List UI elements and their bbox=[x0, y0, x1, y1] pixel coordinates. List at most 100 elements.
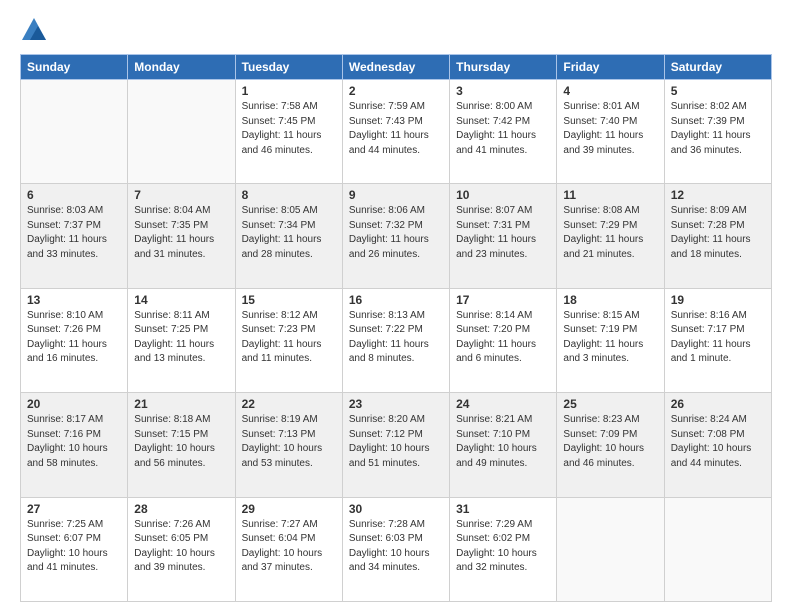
calendar-cell: 17 Sunrise: 8:14 AM Sunset: 7:20 PM Dayli… bbox=[450, 288, 557, 392]
weekday-header-friday: Friday bbox=[557, 55, 664, 80]
header bbox=[20, 16, 772, 44]
day-number: 8 bbox=[242, 188, 336, 202]
day-number: 6 bbox=[27, 188, 121, 202]
day-number: 4 bbox=[563, 84, 657, 98]
logo bbox=[20, 16, 52, 44]
calendar-cell: 21Sunrise: 8:18 AM Sunset: 7:15 PM Dayli… bbox=[128, 393, 235, 497]
calendar-cell: 19 Sunrise: 8:16 AM Sunset: 7:17 PM Dayli… bbox=[664, 288, 771, 392]
calendar-cell: 4 Sunrise: 8:01 AM Sunset: 7:40 PM Daylig… bbox=[557, 80, 664, 184]
logo-icon bbox=[20, 16, 48, 44]
day-info: Sunrise: 8:01 AM Sunset: 7:40 PM Dayligh… bbox=[563, 100, 657, 158]
day-number: 30 bbox=[349, 502, 443, 516]
calendar-cell: 15 Sunrise: 8:12 AM Sunset: 7:23 PM Dayli… bbox=[235, 288, 342, 392]
day-number: 20 bbox=[27, 397, 121, 411]
weekday-header-monday: Monday bbox=[128, 55, 235, 80]
day-number: 5 bbox=[671, 84, 765, 98]
day-number: 2 bbox=[349, 84, 443, 98]
day-info: Sunrise: 8:16 AM Sunset: 7:17 PM Dayligh… bbox=[671, 309, 765, 367]
calendar-cell: 25Sunrise: 8:23 AM Sunset: 7:09 PM Dayli… bbox=[557, 393, 664, 497]
calendar-cell: 28 Sunrise: 7:26 AM Sunset: 6:05 PM Dayli… bbox=[128, 497, 235, 601]
day-number: 16 bbox=[349, 293, 443, 307]
calendar-cell: 29Sunrise: 7:27 AM Sunset: 6:04 PM Dayli… bbox=[235, 497, 342, 601]
day-info: Sunrise: 8:21 AM Sunset: 7:10 PM Dayligh… bbox=[456, 413, 550, 471]
day-number: 15 bbox=[242, 293, 336, 307]
day-info: Sunrise: 8:17 AM Sunset: 7:16 PM Dayligh… bbox=[27, 413, 121, 471]
day-number: 19 bbox=[671, 293, 765, 307]
calendar-week-row: 1 Sunrise: 7:58 AM Sunset: 7:45 PM Daylig… bbox=[21, 80, 772, 184]
day-info: Sunrise: 8:08 AM Sunset: 7:29 PM Dayligh… bbox=[563, 204, 657, 262]
calendar-cell: 23 Sunrise: 8:20 AM Sunset: 7:12 PM Dayli… bbox=[342, 393, 449, 497]
calendar-week-row: 13 Sunrise: 8:10 AM Sunset: 7:26 PM Dayli… bbox=[21, 288, 772, 392]
day-info: Sunrise: 8:02 AM Sunset: 7:39 PM Dayligh… bbox=[671, 100, 765, 158]
calendar-cell: 30 Sunrise: 7:28 AM Sunset: 6:03 PM Dayli… bbox=[342, 497, 449, 601]
calendar-cell: 3Sunrise: 8:00 AM Sunset: 7:42 PM Daylig… bbox=[450, 80, 557, 184]
calendar-cell: 26 Sunrise: 8:24 AM Sunset: 7:08 PM Dayli… bbox=[664, 393, 771, 497]
day-info: Sunrise: 8:03 AM Sunset: 7:37 PM Dayligh… bbox=[27, 204, 121, 262]
day-number: 23 bbox=[349, 397, 443, 411]
day-info: Sunrise: 8:23 AM Sunset: 7:09 PM Dayligh… bbox=[563, 413, 657, 471]
calendar-cell bbox=[21, 80, 128, 184]
day-info: Sunrise: 7:28 AM Sunset: 6:03 PM Dayligh… bbox=[349, 518, 443, 576]
day-info: Sunrise: 8:06 AM Sunset: 7:32 PM Dayligh… bbox=[349, 204, 443, 262]
calendar-cell: 8 Sunrise: 8:05 AM Sunset: 7:34 PM Daylig… bbox=[235, 184, 342, 288]
calendar-cell bbox=[128, 80, 235, 184]
day-info: Sunrise: 8:07 AM Sunset: 7:31 PM Dayligh… bbox=[456, 204, 550, 262]
calendar-cell bbox=[664, 497, 771, 601]
calendar-table: SundayMondayTuesdayWednesdayThursdayFrid… bbox=[20, 54, 772, 602]
calendar-cell: 7Sunrise: 8:04 AM Sunset: 7:35 PM Daylig… bbox=[128, 184, 235, 288]
calendar-cell: 27Sunrise: 7:25 AM Sunset: 6:07 PM Dayli… bbox=[21, 497, 128, 601]
day-info: Sunrise: 7:58 AM Sunset: 7:45 PM Dayligh… bbox=[242, 100, 336, 158]
day-info: Sunrise: 8:09 AM Sunset: 7:28 PM Dayligh… bbox=[671, 204, 765, 262]
day-number: 21 bbox=[134, 397, 228, 411]
calendar-cell: 14 Sunrise: 8:11 AM Sunset: 7:25 PM Dayli… bbox=[128, 288, 235, 392]
day-number: 11 bbox=[563, 188, 657, 202]
day-number: 29 bbox=[242, 502, 336, 516]
calendar-cell: 10 Sunrise: 8:07 AM Sunset: 7:31 PM Dayli… bbox=[450, 184, 557, 288]
day-number: 14 bbox=[134, 293, 228, 307]
day-info: Sunrise: 8:15 AM Sunset: 7:19 PM Dayligh… bbox=[563, 309, 657, 367]
calendar-cell: 1 Sunrise: 7:58 AM Sunset: 7:45 PM Daylig… bbox=[235, 80, 342, 184]
day-info: Sunrise: 7:29 AM Sunset: 6:02 PM Dayligh… bbox=[456, 518, 550, 576]
day-number: 12 bbox=[671, 188, 765, 202]
calendar-cell: 16Sunrise: 8:13 AM Sunset: 7:22 PM Dayli… bbox=[342, 288, 449, 392]
calendar-cell: 11 Sunrise: 8:08 AM Sunset: 7:29 PM Dayli… bbox=[557, 184, 664, 288]
calendar-cell: 9Sunrise: 8:06 AM Sunset: 7:32 PM Daylig… bbox=[342, 184, 449, 288]
weekday-header-saturday: Saturday bbox=[664, 55, 771, 80]
calendar-cell: 5 Sunrise: 8:02 AM Sunset: 7:39 PM Daylig… bbox=[664, 80, 771, 184]
calendar-week-row: 6 Sunrise: 8:03 AM Sunset: 7:37 PM Daylig… bbox=[21, 184, 772, 288]
calendar-cell: 20 Sunrise: 8:17 AM Sunset: 7:16 PM Dayli… bbox=[21, 393, 128, 497]
weekday-header-wednesday: Wednesday bbox=[342, 55, 449, 80]
day-info: Sunrise: 8:11 AM Sunset: 7:25 PM Dayligh… bbox=[134, 309, 228, 367]
day-info: Sunrise: 8:19 AM Sunset: 7:13 PM Dayligh… bbox=[242, 413, 336, 471]
day-info: Sunrise: 8:04 AM Sunset: 7:35 PM Dayligh… bbox=[134, 204, 228, 262]
calendar-week-row: 27Sunrise: 7:25 AM Sunset: 6:07 PM Dayli… bbox=[21, 497, 772, 601]
day-number: 1 bbox=[242, 84, 336, 98]
day-info: Sunrise: 7:59 AM Sunset: 7:43 PM Dayligh… bbox=[349, 100, 443, 158]
day-number: 10 bbox=[456, 188, 550, 202]
calendar-week-row: 20 Sunrise: 8:17 AM Sunset: 7:16 PM Dayli… bbox=[21, 393, 772, 497]
day-info: Sunrise: 8:10 AM Sunset: 7:26 PM Dayligh… bbox=[27, 309, 121, 367]
day-info: Sunrise: 8:20 AM Sunset: 7:12 PM Dayligh… bbox=[349, 413, 443, 471]
day-number: 17 bbox=[456, 293, 550, 307]
calendar-cell: 12 Sunrise: 8:09 AM Sunset: 7:28 PM Dayli… bbox=[664, 184, 771, 288]
day-info: Sunrise: 8:24 AM Sunset: 7:08 PM Dayligh… bbox=[671, 413, 765, 471]
day-number: 22 bbox=[242, 397, 336, 411]
calendar-cell: 22 Sunrise: 8:19 AM Sunset: 7:13 PM Dayli… bbox=[235, 393, 342, 497]
day-number: 26 bbox=[671, 397, 765, 411]
day-number: 18 bbox=[563, 293, 657, 307]
weekday-header-tuesday: Tuesday bbox=[235, 55, 342, 80]
calendar-cell: 31Sunrise: 7:29 AM Sunset: 6:02 PM Dayli… bbox=[450, 497, 557, 601]
day-info: Sunrise: 7:26 AM Sunset: 6:05 PM Dayligh… bbox=[134, 518, 228, 576]
day-number: 28 bbox=[134, 502, 228, 516]
day-info: Sunrise: 8:12 AM Sunset: 7:23 PM Dayligh… bbox=[242, 309, 336, 367]
calendar-cell: 2 Sunrise: 7:59 AM Sunset: 7:43 PM Daylig… bbox=[342, 80, 449, 184]
calendar-cell: 6 Sunrise: 8:03 AM Sunset: 7:37 PM Daylig… bbox=[21, 184, 128, 288]
day-number: 24 bbox=[456, 397, 550, 411]
weekday-header-thursday: Thursday bbox=[450, 55, 557, 80]
weekday-header-sunday: Sunday bbox=[21, 55, 128, 80]
day-info: Sunrise: 8:00 AM Sunset: 7:42 PM Dayligh… bbox=[456, 100, 550, 158]
day-number: 13 bbox=[27, 293, 121, 307]
calendar-cell: 24 Sunrise: 8:21 AM Sunset: 7:10 PM Dayli… bbox=[450, 393, 557, 497]
day-info: Sunrise: 8:05 AM Sunset: 7:34 PM Dayligh… bbox=[242, 204, 336, 262]
day-info: Sunrise: 8:14 AM Sunset: 7:20 PM Dayligh… bbox=[456, 309, 550, 367]
